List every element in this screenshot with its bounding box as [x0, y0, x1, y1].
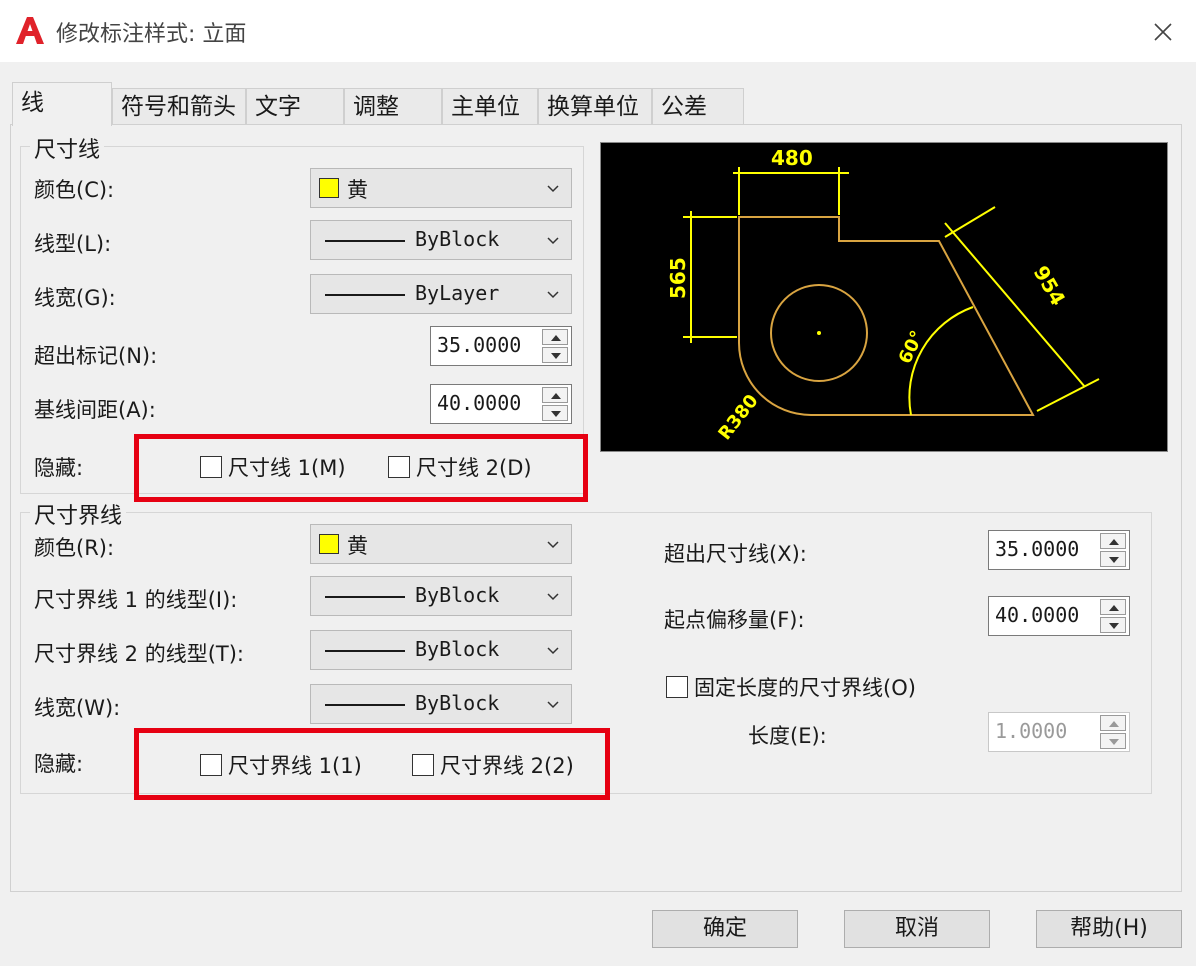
dim-lineweight-value: ByLayer [415, 281, 500, 305]
chevron-down-icon [547, 237, 559, 245]
color-swatch [319, 534, 339, 554]
offset-origin-label: 起点偏移量(F): [664, 608, 805, 632]
chevron-down-icon [547, 541, 559, 549]
highlight-frame [134, 434, 588, 502]
help-button[interactable]: 帮助(H) [1036, 910, 1182, 948]
ext-lineweight-value: ByBlock [415, 691, 500, 715]
fixed-length-ext-lines[interactable]: 固定长度的尺寸界线(O) [666, 672, 916, 702]
dim-linetype-dropdown[interactable]: ByBlock [310, 220, 572, 260]
preview-dim-480: 480 [771, 146, 813, 170]
linetype-sample [325, 240, 405, 242]
dim-color-value: 黄 [347, 178, 368, 202]
tab-symbols-arrows[interactable]: 符号和箭头 [112, 88, 246, 124]
highlight-frame [134, 728, 610, 800]
ext-lineweight-dropdown[interactable]: ByBlock [310, 684, 572, 724]
triangle-up-icon [1109, 539, 1119, 545]
ext-color-value: 黄 [347, 534, 368, 558]
ext-color-dropdown[interactable]: 黄 [310, 524, 572, 564]
ext-lt2-label: 尺寸界线 2 的线型(T): [34, 642, 244, 666]
chevron-down-icon [547, 291, 559, 299]
extend-ticks-spinner[interactable]: 35.0000 [430, 326, 572, 366]
tab-primary-units[interactable]: 主单位 [442, 88, 538, 124]
spin-down-button[interactable] [542, 347, 568, 363]
dim-line-group-title: 尺寸线 [30, 132, 105, 164]
triangle-down-icon [551, 353, 561, 359]
dim-linetype-label: 线型(L): [34, 232, 112, 256]
extend-beyond-label: 超出尺寸线(X): [664, 542, 807, 566]
linetype-sample [325, 650, 405, 652]
chevron-down-icon [547, 647, 559, 655]
ext-color-label: 颜色(R): [34, 536, 115, 560]
spin-up-button[interactable] [542, 329, 568, 345]
baseline-spacing-spinner[interactable]: 40.0000 [430, 384, 572, 424]
length-value: 1.0000 [995, 719, 1068, 743]
dimension-preview-drawing: 480 565 954 60° R380 [666, 146, 1100, 444]
dim-lineweight-label: 线宽(G): [34, 286, 116, 310]
tab-lines[interactable]: 线 [12, 82, 112, 126]
triangle-down-icon [1109, 739, 1119, 745]
ext-lt2-value: ByBlock [415, 637, 500, 661]
cancel-button[interactable]: 取消 [844, 910, 990, 948]
ext-lt1-dropdown[interactable]: ByBlock [310, 576, 572, 616]
preview-dim-954: 954 [1029, 262, 1071, 310]
triangle-down-icon [1109, 557, 1119, 563]
baseline-spacing-value: 40.0000 [437, 391, 522, 415]
chevron-down-icon [547, 185, 559, 193]
triangle-up-icon [1109, 605, 1119, 611]
ext-suppress-label: 隐藏: [34, 752, 84, 776]
preview-dim-565: 565 [666, 257, 690, 299]
spin-up-button[interactable] [542, 387, 568, 403]
spin-down-button[interactable] [1100, 551, 1126, 567]
dim-color-dropdown[interactable]: 黄 [310, 168, 572, 208]
spin-down-button[interactable] [1100, 733, 1126, 749]
close-icon [1154, 23, 1172, 41]
spin-up-button[interactable] [1100, 599, 1126, 615]
dim-linetype-value: ByBlock [415, 227, 500, 251]
chevron-down-icon [547, 701, 559, 709]
triangle-up-icon [551, 393, 561, 399]
tab-text[interactable]: 文字 [246, 88, 344, 124]
extend-beyond-value: 35.0000 [995, 537, 1080, 561]
autocad-logo-icon [14, 14, 46, 46]
extend-ticks-value: 35.0000 [437, 333, 522, 357]
ext-lt1-label: 尺寸界线 1 的线型(I): [34, 588, 238, 612]
preview-panel: 480 565 954 60° R380 [600, 142, 1168, 452]
triangle-up-icon [1109, 721, 1119, 727]
offset-origin-value: 40.0000 [995, 603, 1080, 627]
dim-lineweight-dropdown[interactable]: ByLayer [310, 274, 572, 314]
triangle-up-icon [551, 335, 561, 341]
fixed-length-label: 固定长度的尺寸界线(O) [694, 676, 916, 700]
length-label: 长度(E): [748, 724, 827, 748]
tab-fit[interactable]: 调整 [344, 88, 442, 124]
extend-beyond-spinner[interactable]: 35.0000 [988, 530, 1130, 570]
ok-button[interactable]: 确定 [652, 910, 798, 948]
triangle-down-icon [1109, 623, 1119, 629]
chevron-down-icon [547, 593, 559, 601]
triangle-down-icon [551, 411, 561, 417]
ext-lt2-dropdown[interactable]: ByBlock [310, 630, 572, 670]
window-title: 修改标注样式: 立面 [56, 22, 247, 47]
linetype-sample [325, 596, 405, 598]
dim-color-label: 颜色(C): [34, 178, 115, 202]
tab-tolerances[interactable]: 公差 [652, 88, 744, 124]
close-button[interactable] [1140, 12, 1186, 52]
spin-down-button[interactable] [1100, 617, 1126, 633]
color-swatch [319, 178, 339, 198]
offset-origin-spinner[interactable]: 40.0000 [988, 596, 1130, 636]
dim-suppress-label: 隐藏: [34, 456, 84, 480]
ext-line-group-title: 尺寸界线 [30, 498, 127, 530]
preview-radius-380: R380 [714, 391, 762, 444]
spin-up-button[interactable] [1100, 715, 1126, 731]
lineweight-sample [325, 294, 405, 296]
checkbox[interactable] [666, 676, 688, 698]
spin-down-button[interactable] [542, 405, 568, 421]
ext-lt1-value: ByBlock [415, 583, 500, 607]
spin-up-button[interactable] [1100, 533, 1126, 549]
extend-ticks-label: 超出标记(N): [34, 344, 158, 368]
tab-alternate-units[interactable]: 换算单位 [538, 88, 652, 124]
ext-lineweight-label: 线宽(W): [34, 696, 121, 720]
length-spinner[interactable]: 1.0000 [988, 712, 1130, 752]
baseline-spacing-label: 基线间距(A): [34, 398, 156, 422]
lineweight-sample [325, 704, 405, 706]
